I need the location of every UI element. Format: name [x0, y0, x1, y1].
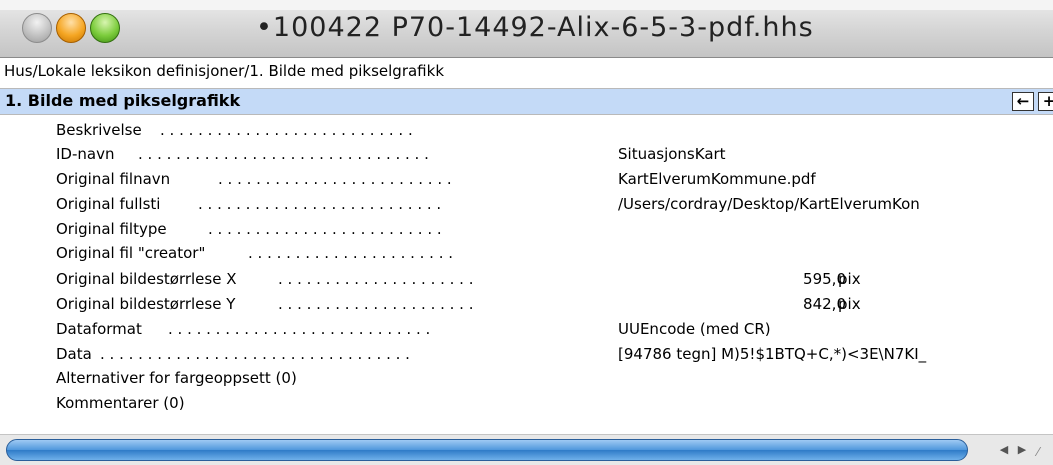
leader-dots: . . . . . . . . . . . . . . . . . . . . … [278, 295, 474, 313]
group-kommentarer[interactable]: Kommentarer (0) [0, 394, 1053, 415]
leader-dots: . . . . . . . . . . . . . . . . . . . . … [138, 145, 429, 163]
field-row-original-filnavn[interactable]: Original filnavn . . . . . . . . . . . .… [0, 170, 1053, 191]
field-unit: pix [838, 270, 861, 288]
close-button[interactable] [22, 13, 52, 43]
leader-dots: . . . . . . . . . . . . . . . . . . . . … [100, 345, 410, 363]
field-unit: pix [838, 295, 861, 313]
leader-dots: . . . . . . . . . . . . . . . . . . . . … [198, 195, 442, 213]
leader-dots: . . . . . . . . . . . . . . . . . . . . … [218, 170, 452, 188]
zoom-button[interactable] [90, 13, 120, 43]
field-label: Original filnavn [56, 170, 171, 188]
group-fargeoppsett[interactable]: Alternativer for fargeoppsett (0) [0, 369, 1053, 390]
field-label: Original bildestørrlese X [56, 270, 237, 288]
breadcrumb: Hus/Lokale leksikon definisjoner/1. Bild… [4, 62, 445, 80]
field-label: Data [56, 345, 92, 363]
horizontal-scrollbar[interactable]: ◀ ▶ ⁄ [0, 434, 1053, 465]
field-label: Original filtype [56, 220, 167, 238]
field-row-id-navn[interactable]: ID-navn . . . . . . . . . . . . . . . . … [0, 145, 1053, 166]
group-label: Alternativer for fargeoppsett (0) [56, 369, 297, 387]
field-value: SituasjonsKart [618, 145, 726, 163]
field-row-beskrivelse[interactable]: Beskrivelse . . . . . . . . . . . . . . … [0, 121, 1053, 142]
scroll-left-arrow-icon[interactable]: ◀ [996, 441, 1012, 459]
previous-arrow-button[interactable]: ← [1012, 92, 1034, 111]
section-title: 1. Bilde med pikselgrafikk [5, 91, 241, 110]
field-label: Beskrivelse [56, 121, 142, 139]
window-titlebar[interactable]: •100422 P70-14492-Alix-6-5-3-pdf.hhs [0, 0, 1053, 58]
field-row-bildestorrelse-x[interactable]: Original bildestørrlese X . . . . . . . … [0, 270, 1053, 291]
field-value: KartElverumKommune.pdf [618, 170, 816, 188]
scroll-right-arrow-icon[interactable]: ▶ [1014, 441, 1030, 459]
field-label: Dataformat [56, 320, 142, 338]
leader-dots: . . . . . . . . . . . . . . . . . . . . … [160, 121, 413, 139]
section-header: 1. Bilde med pikselgrafikk ← + [0, 88, 1053, 115]
resize-grip-icon[interactable]: ⁄ [1037, 445, 1051, 459]
field-label: Original fullsti [56, 195, 161, 213]
field-label: Original fil "creator" [56, 244, 206, 262]
field-label: ID-navn [56, 145, 115, 163]
group-label: Kommentarer (0) [56, 394, 185, 412]
field-value: [94786 tegn] M)5!$1BTQ+C,*)<3E\N7KI_ [618, 345, 927, 363]
scrollbar-thumb[interactable] [6, 439, 968, 461]
window-title: •100422 P70-14492-Alix-6-5-3-pdf.hhs [256, 12, 814, 43]
field-row-original-filtype[interactable]: Original filtype . . . . . . . . . . . .… [0, 220, 1053, 241]
field-row-bildestorrelse-y[interactable]: Original bildestørrlese Y . . . . . . . … [0, 295, 1053, 316]
field-row-original-fil-creator[interactable]: Original fil "creator" . . . . . . . . .… [0, 244, 1053, 265]
field-row-original-fullsti[interactable]: Original fullsti . . . . . . . . . . . .… [0, 195, 1053, 216]
field-row-dataformat[interactable]: Dataformat . . . . . . . . . . . . . . .… [0, 320, 1053, 341]
leader-dots: . . . . . . . . . . . . . . . . . . . . … [248, 244, 454, 262]
field-label: Original bildestørrlese Y [56, 295, 236, 313]
leader-dots: . . . . . . . . . . . . . . . . . . . . … [168, 320, 431, 338]
field-value: UUEncode (med CR) [618, 320, 771, 338]
add-button[interactable]: + [1038, 92, 1053, 111]
titlebar-top-strip [0, 0, 1053, 10]
leader-dots: . . . . . . . . . . . . . . . . . . . . … [208, 220, 442, 238]
leader-dots: . . . . . . . . . . . . . . . . . . . . … [278, 270, 474, 288]
minimize-button[interactable] [56, 13, 86, 43]
field-row-data[interactable]: Data . . . . . . . . . . . . . . . . . .… [0, 345, 1053, 366]
field-value: /Users/cordray/Desktop/KartElverumKon [618, 195, 920, 213]
